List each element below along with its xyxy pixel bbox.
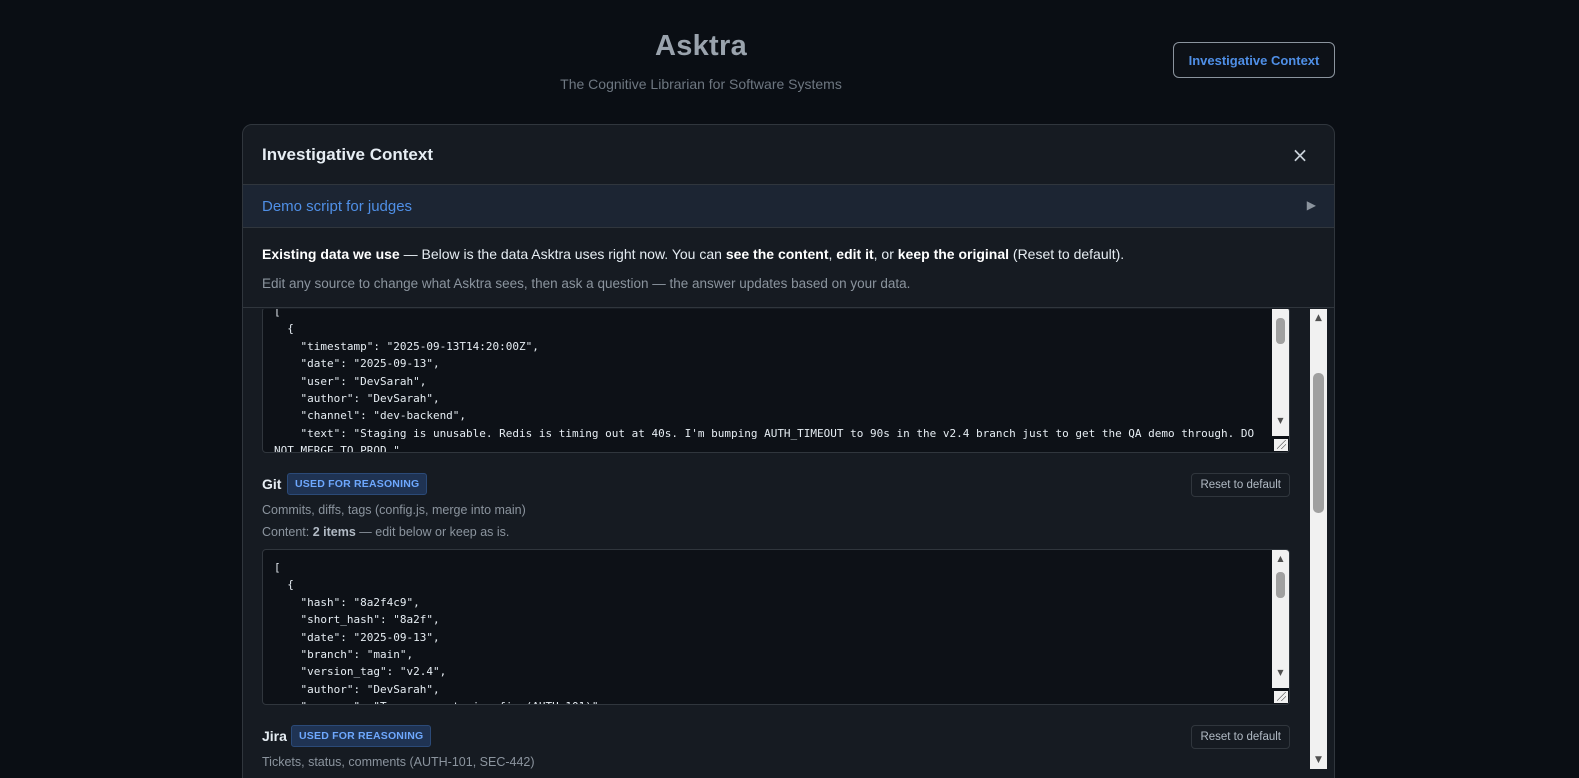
jira-section-title: Jira xyxy=(262,728,287,744)
slack-json-editor[interactable]: [ { "timestamp": "2025-09-13T14:20:00Z",… xyxy=(262,309,1290,453)
scroll-up-icon[interactable]: ▲ xyxy=(1310,311,1327,325)
intro-panel: Existing data we use — Below is the data… xyxy=(243,228,1334,308)
intro-keep-original: keep the original xyxy=(897,246,1010,262)
scroll-down-icon[interactable]: ▼ xyxy=(1272,666,1289,680)
resize-handle-icon[interactable] xyxy=(1274,439,1288,451)
expand-arrow-icon: ▶ xyxy=(1306,198,1316,212)
intro-text: Existing data we use — Below is the data… xyxy=(262,246,1124,262)
intro-dash-text: — Below is the data Asktra uses right no… xyxy=(399,246,726,262)
demo-script-label: Demo script for judges xyxy=(262,198,413,215)
intro-tail: (Reset to default). xyxy=(1009,246,1125,262)
resize-handle-icon[interactable] xyxy=(1274,691,1288,703)
scroll-down-icon[interactable]: ▼ xyxy=(1310,753,1327,767)
demo-script-toggle[interactable]: Demo script for judges ▶ xyxy=(243,185,1334,228)
jira-section-header: Jira USED FOR REASONING Reset to default xyxy=(262,725,1290,749)
scroll-up-icon[interactable]: ▲ xyxy=(1272,552,1289,566)
modal-title: Investigative Context xyxy=(262,145,433,164)
slack-json-text[interactable]: [ { "timestamp": "2025-09-13T14:20:00Z",… xyxy=(274,309,1254,452)
git-json-editor[interactable]: [ { "hash": "8a2f4c9", "short_hash": "8a… xyxy=(262,549,1290,705)
investigative-context-modal: Investigative Context × Demo script for … xyxy=(242,124,1335,778)
git-count-value: 2 items xyxy=(312,525,356,539)
git-item-count: Content: 2 items — edit below or keep as… xyxy=(262,525,509,539)
git-reset-button[interactable]: Reset to default xyxy=(1191,473,1290,497)
scroll-down-icon[interactable]: ▼ xyxy=(1272,414,1289,428)
app-header: Asktra The Cognitive Librarian for Softw… xyxy=(0,0,1579,120)
close-icon[interactable]: × xyxy=(1288,143,1312,167)
modal-header: Investigative Context × xyxy=(243,125,1334,185)
git-editor-scroll-thumb[interactable] xyxy=(1276,572,1285,598)
git-section-header: Git USED FOR REASONING Reset to default xyxy=(262,473,1290,497)
git-reasoning-badge: USED FOR REASONING xyxy=(287,473,428,495)
git-count-prefix: Content: xyxy=(262,525,313,539)
intro-see-content: see the content xyxy=(725,246,829,262)
git-json-text[interactable]: [ { "hash": "8a2f4c9", "short_hash": "8a… xyxy=(274,559,605,704)
investigative-context-button[interactable]: Investigative Context xyxy=(1173,42,1335,78)
intro-edit-it: edit it xyxy=(836,246,874,262)
app-subtitle: The Cognitive Librarian for Software Sys… xyxy=(560,76,842,92)
intro-or: , or xyxy=(873,246,898,262)
jira-reset-button[interactable]: Reset to default xyxy=(1191,725,1290,749)
modal-scrollbar[interactable]: ▲ ▼ xyxy=(1310,309,1327,769)
git-count-suffix: — edit below or keep as is. xyxy=(355,525,510,539)
sources-scroll-area[interactable]: [ { "timestamp": "2025-09-13T14:20:00Z",… xyxy=(243,309,1309,778)
modal-scroll-thumb[interactable] xyxy=(1313,373,1324,513)
git-section-description: Commits, diffs, tags (config.js, merge i… xyxy=(262,503,526,517)
git-editor-scrollbar[interactable]: ▲ ▼ xyxy=(1272,550,1289,688)
intro-hint: Edit any source to change what Asktra se… xyxy=(262,276,911,291)
intro-lead: Existing data we use xyxy=(262,246,400,262)
jira-section-description: Tickets, status, comments (AUTH-101, SEC… xyxy=(262,755,535,769)
slack-editor-scrollbar[interactable]: ▼ xyxy=(1272,309,1289,436)
jira-reasoning-badge: USED FOR REASONING xyxy=(291,725,432,747)
slack-editor-scroll-thumb[interactable] xyxy=(1276,318,1285,344)
git-section-title: Git xyxy=(262,476,282,492)
